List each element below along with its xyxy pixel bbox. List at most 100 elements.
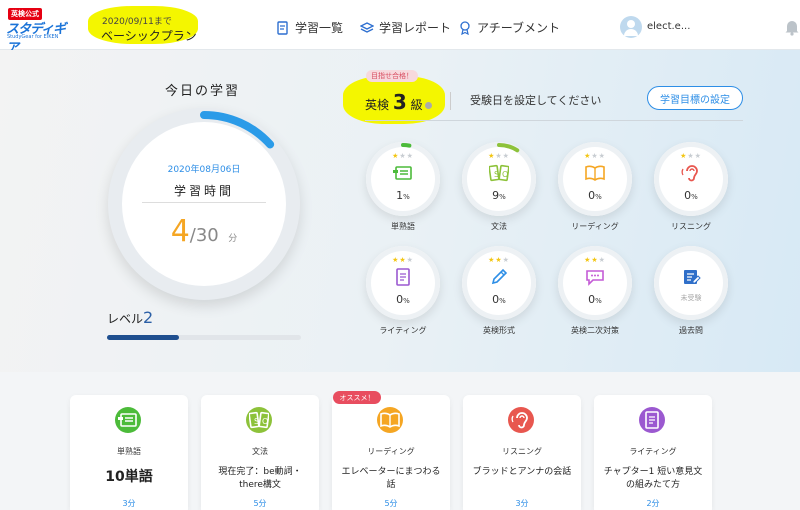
skill-label: リーディング (571, 222, 619, 231)
recommended-badge: オススメ！ (333, 391, 381, 404)
lesson-card[interactable]: S O 文法現在完了：be動詞・there構文 5分 (201, 395, 319, 510)
minutes-unit: 分 (228, 234, 238, 244)
nav-label: 学習レポート (379, 21, 452, 35)
lesson-category: ライティング (629, 447, 677, 456)
study-time-panel: 2020年08月06日 学習時間 4/30 分 (122, 122, 286, 286)
grammar-book-icon: SO (488, 164, 510, 182)
lesson-card[interactable]: リーディング エレベーターにまつわる話 5分 (332, 395, 450, 510)
lesson-card[interactable]: リスニングブラッドとアンナの会話 3分 (463, 395, 581, 510)
study-time-ring: 2020年08月06日 学習時間 4/30 分 (108, 108, 300, 300)
skill-percent: 0% (588, 189, 602, 202)
exam-date-prompt: 受験日を設定してください (470, 94, 602, 107)
grade-number: 3 (392, 90, 407, 114)
skill-percent: 1% (396, 189, 410, 202)
svg-text:S: S (254, 417, 259, 426)
svg-text:S: S (494, 170, 499, 179)
past-exam-icon (681, 268, 701, 286)
top-header: 英検公式 スタディギア StudyGear for EIKEN 2020/09/… (0, 0, 800, 56)
lesson-category: 文法 (252, 447, 268, 456)
skill-card[interactable]: ★★★ 0% (654, 142, 728, 216)
svg-text:O: O (262, 417, 268, 426)
skill-card[interactable]: ★★★ 0% (558, 246, 632, 320)
difficulty-stars: ★★★ (680, 152, 702, 160)
difficulty-stars: ★★★ (392, 152, 414, 160)
nav-label: 学習一覧 (295, 21, 344, 35)
writing-sheet-icon (639, 407, 665, 433)
skill-card[interactable]: ★★★ S O 9% (462, 142, 536, 216)
study-time-label: 学習時間 (173, 184, 234, 198)
difficulty-stars: ★★★ (584, 152, 606, 160)
divider (450, 92, 451, 110)
nav-study-list[interactable]: 学習一覧 (276, 19, 343, 36)
level-indicator: レベル2 (107, 308, 153, 327)
nav-achievement[interactable]: アチーブメント (458, 19, 560, 36)
lesson-card[interactable]: 単熟語 10単語 3分 (70, 395, 188, 510)
lesson-duration: 3分 (515, 499, 529, 508)
svg-text:O: O (502, 170, 508, 179)
speech-bubble-icon (585, 268, 605, 286)
skill-label: 単熟語 (391, 222, 415, 231)
skill-card[interactable]: ★★★ 1% (366, 142, 440, 216)
ear-icon (508, 407, 534, 433)
settings-gear-icon[interactable] (424, 102, 432, 109)
difficulty-stars: ★★★ (488, 256, 510, 264)
nav-label: アチーブメント (477, 21, 561, 35)
grade-suffix: 級 (410, 98, 423, 112)
lesson-duration: 2分 (646, 499, 660, 508)
difficulty-stars: ★★★ (488, 152, 510, 160)
skill-card[interactable]: 未受験 (654, 246, 728, 320)
set-goal-button[interactable]: 学習目標の設定 (647, 86, 743, 110)
skill-label: ライティング (379, 326, 427, 335)
skill-percent: 0% (588, 293, 602, 306)
lesson-title: ブラッドとアンナの会話 (472, 467, 572, 477)
divider (365, 120, 743, 121)
divider (142, 202, 266, 203)
lesson-card[interactable]: ライティングチャプター1 短い意見文の組みたて方 2分 (594, 395, 712, 510)
study-time-value: 4/30 分 (122, 214, 286, 249)
skill-label: 文法 (491, 222, 507, 231)
skill-card[interactable]: ★★★ 0% (462, 246, 536, 320)
minutes-studied: 4 (170, 214, 190, 249)
grade-prefix: 英検 (365, 98, 390, 112)
skill-label: リスニング (671, 222, 711, 231)
plan-expiry-date: 2020/09/11まで (102, 17, 172, 27)
today-date: 2020年08月06日 (167, 165, 241, 175)
bell-icon[interactable] (784, 18, 800, 36)
user-avatar[interactable] (620, 16, 642, 38)
skill-percent: 0% (492, 293, 506, 306)
grammar-book-icon: SO (246, 407, 272, 433)
lesson-category: リスニング (502, 447, 542, 456)
lesson-title: 10単語 (105, 469, 153, 485)
skill-percent: 9% (492, 189, 506, 202)
level-progress-fill (107, 335, 179, 340)
skill-label: 英検形式 (483, 326, 515, 335)
user-name[interactable]: elect.e... (647, 21, 690, 32)
document-edit-icon (276, 20, 290, 35)
goal-badge: 目指せ合格！ (366, 70, 418, 82)
skill-status: 未受験 (680, 294, 702, 302)
logo-subtitle: StudyGear for EIKEN (7, 34, 59, 40)
difficulty-stars: ★★★ (584, 256, 606, 264)
target-grade[interactable]: 英検 3 級 (365, 90, 432, 114)
pencil-icon (489, 268, 509, 286)
skill-label: 過去問 (679, 326, 703, 335)
skill-card[interactable]: ★★★ 0% (558, 142, 632, 216)
lesson-title: チャプター1 短い意見文の組みたて方 (603, 467, 703, 490)
nav-study-report[interactable]: 学習レポート (360, 19, 451, 36)
skill-percent: 0% (396, 293, 410, 306)
ear-icon (681, 164, 701, 182)
lesson-duration: 5分 (253, 499, 267, 508)
vocabulary-card-icon (393, 164, 413, 182)
lesson-title: 現在完了：be動詞・there構文 (218, 467, 302, 490)
open-book-icon (585, 164, 605, 182)
lesson-duration: 3分 (122, 499, 136, 508)
level-label: レベル (107, 312, 144, 326)
plan-name: ベーシックプラン (101, 29, 197, 43)
level-progress-bar (107, 335, 301, 340)
lesson-category: 単熟語 (117, 447, 141, 456)
level-value: 2 (143, 308, 154, 327)
lesson-category: リーディング (367, 447, 415, 456)
layers-icon (360, 21, 374, 35)
studygear-logo[interactable]: 英検公式 スタディギア StudyGear for EIKEN (6, 8, 66, 56)
skill-card[interactable]: ★★★ 0% (366, 246, 440, 320)
